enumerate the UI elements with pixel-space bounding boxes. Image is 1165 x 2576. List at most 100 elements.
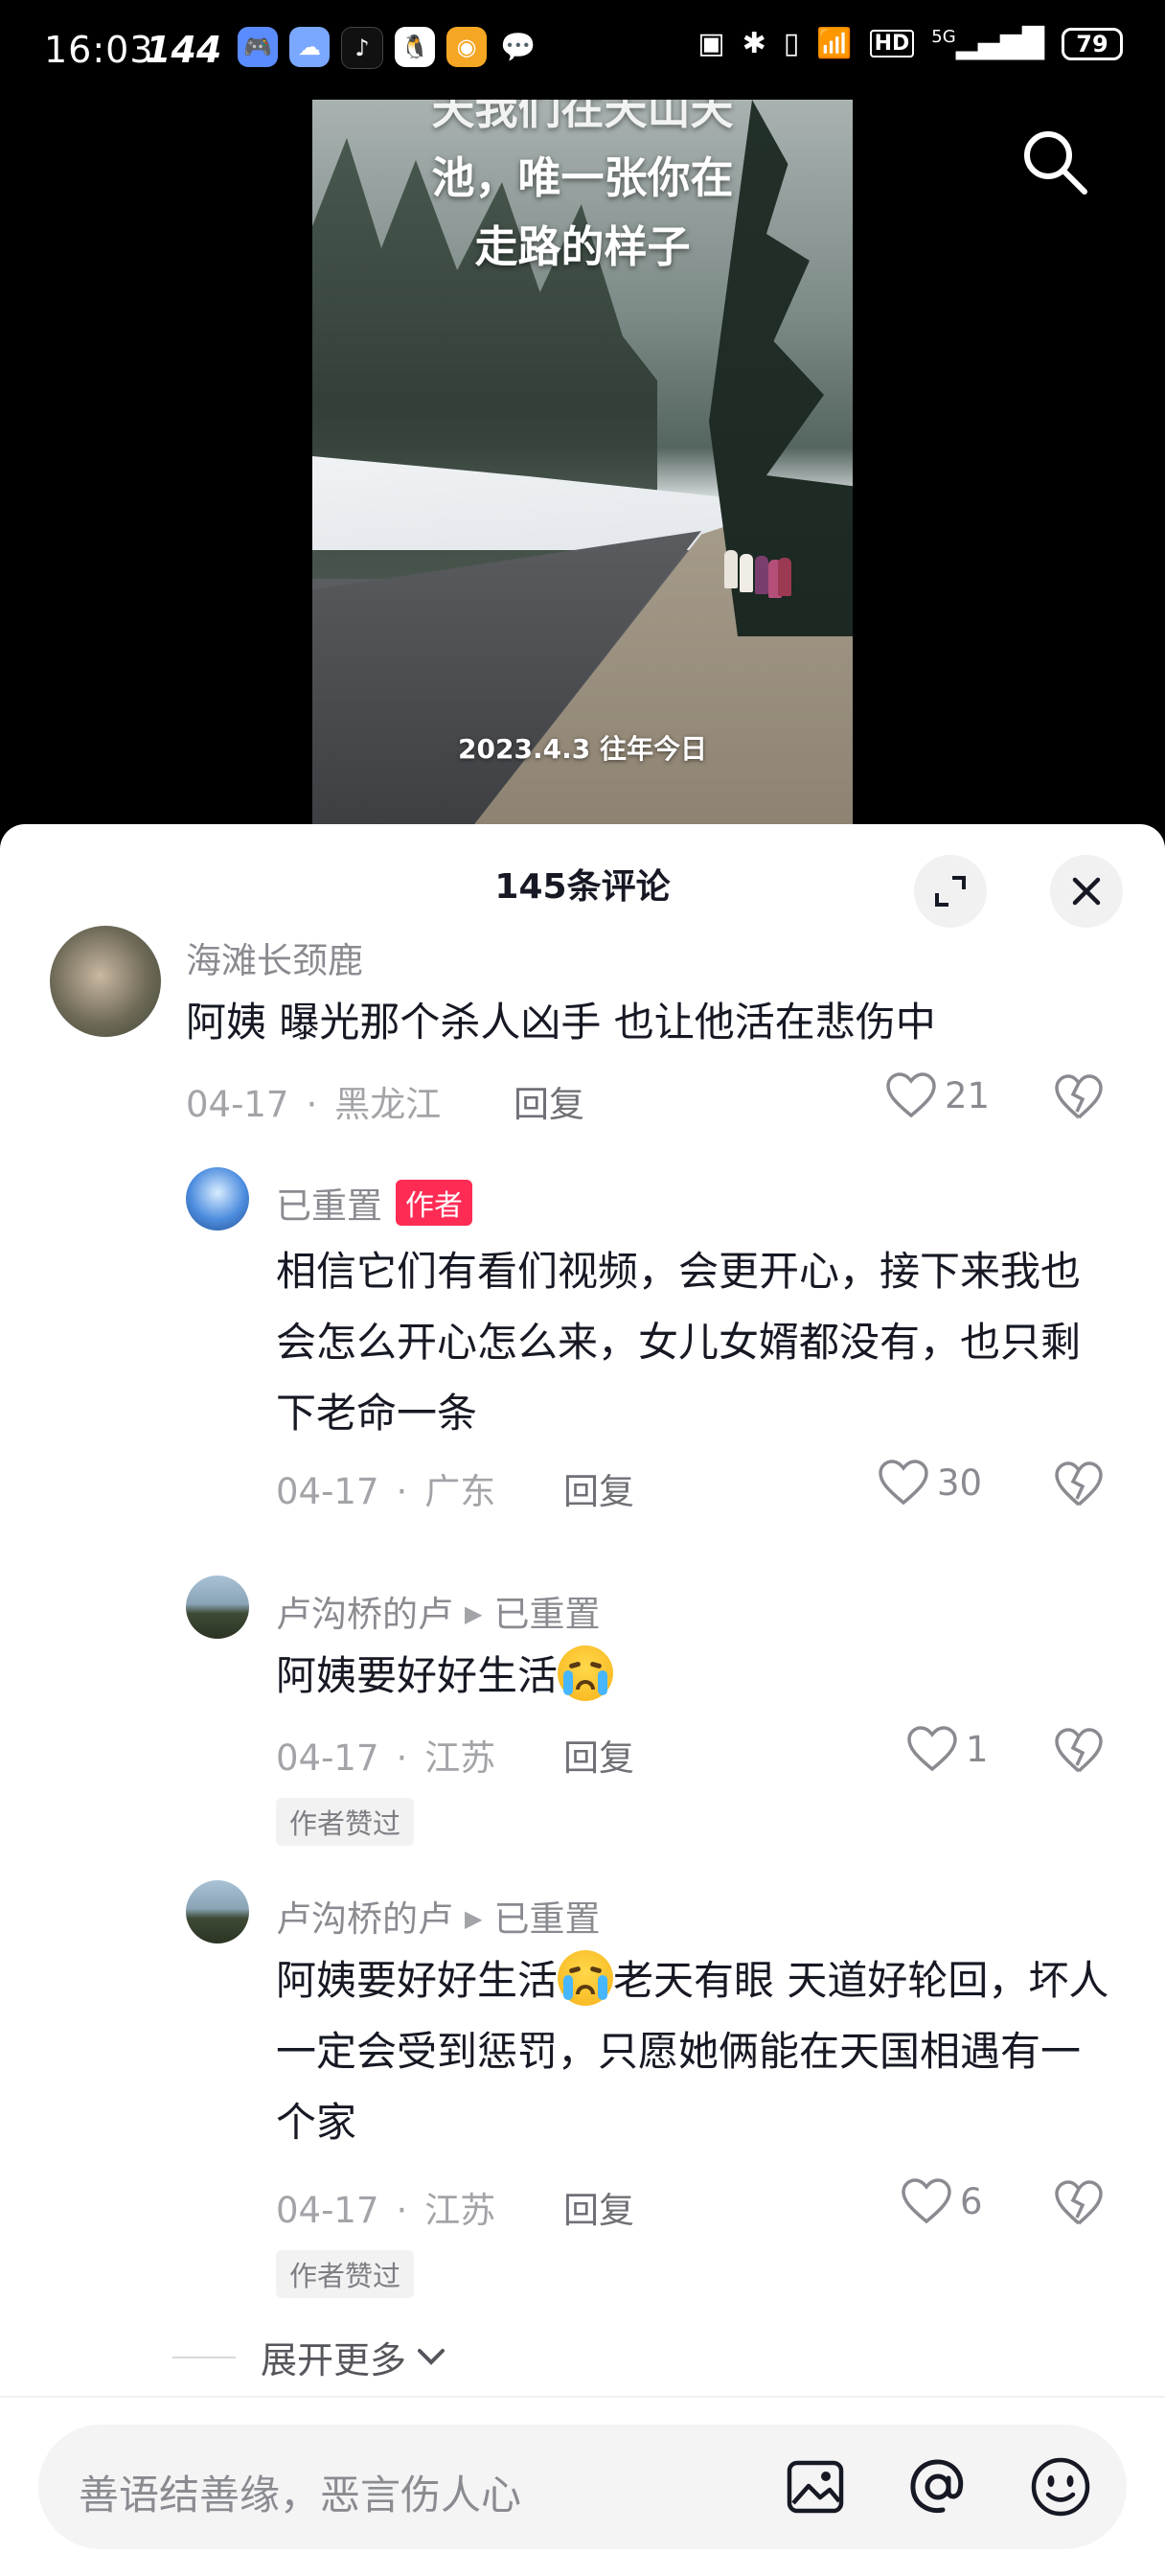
like-count: 21 [945, 1074, 991, 1116]
heart-icon [886, 1072, 936, 1118]
author-liked-tag: 作者赞过 [276, 1798, 415, 1846]
close-icon [1072, 877, 1101, 906]
comment-input[interactable]: 善语结善缘，恶言伤人心 [38, 2425, 1127, 2549]
hd-icon: HD [869, 30, 915, 58]
comment-username-row: 卢沟桥的卢 ▶ 已重置 [276, 1890, 600, 1942]
like-button[interactable]: 21 [885, 1071, 990, 1119]
broken-heart-icon [1055, 1728, 1103, 1773]
dislike-button[interactable] [1054, 1727, 1104, 1779]
notification-icons: 🎮 ☁ ♪ 🐧 ◉ 💬 [238, 27, 538, 69]
at-icon [910, 2459, 964, 2514]
reply-button[interactable]: 回复 [563, 1462, 634, 1514]
chat-bubble-icon: 💬 [500, 30, 537, 64]
expand-more-row[interactable]: 展开更多 [172, 2331, 450, 2383]
crying-emoji-icon [558, 1950, 614, 2006]
like-button[interactable]: 1 [906, 1725, 989, 1773]
avatar[interactable] [186, 1880, 249, 1944]
broken-heart-icon [1055, 1074, 1103, 1119]
broken-heart-icon [1055, 1461, 1103, 1506]
video-player[interactable]: 天我们在天山天 池，唯一张你在 走路的样子 2023.4.3 往年今日 [312, 100, 853, 824]
heart-icon [902, 2178, 951, 2224]
comment-text[interactable]: 相信它们有看们视频，会更开心，接下来我也会怎么开心怎么来，女儿女婿都没有，也只剩… [276, 1236, 1119, 1449]
heart-icon [907, 1726, 957, 1772]
video-date-overlay: 2023.4.3 往年今日 [458, 733, 707, 765]
comment-date: 04-17 [186, 1084, 289, 1125]
close-button[interactable] [1050, 855, 1123, 928]
emoji-button[interactable] [1027, 2453, 1094, 2520]
like-count: 30 [937, 1461, 983, 1504]
signal-icon: 5G▂▄▆█ [931, 27, 1044, 60]
like-count: 1 [966, 1728, 989, 1770]
caption-line-3: 走路的样子 [474, 221, 691, 272]
caption-line-2: 池，唯一张你在 [431, 152, 734, 203]
bluetooth-icon: ✱ [742, 27, 766, 60]
avatar[interactable] [186, 1576, 249, 1639]
comment-text[interactable]: 阿姨要好好生活 老天有眼 天道好轮回，坏人一定会受到惩罚，只愿她俩能在天国相遇有一… [276, 1945, 1119, 2158]
comment-username[interactable]: 已重置 [276, 1185, 382, 1227]
crying-emoji-icon [558, 1645, 614, 1701]
reply-to-username[interactable]: 已重置 [493, 1594, 600, 1635]
expand-sheet-button[interactable] [914, 855, 987, 928]
wifi-icon: 📶 [816, 27, 853, 60]
nfc-icon: ▣ [697, 27, 725, 60]
caption-line-1: 天我们在天山天 [431, 100, 734, 134]
reply-button[interactable]: 回复 [563, 2181, 634, 2233]
dislike-button[interactable] [1054, 2179, 1104, 2231]
expand-more-label[interactable]: 展开更多 [261, 2331, 406, 2383]
comment-username[interactable]: 海滩长颈鹿 [186, 932, 363, 983]
status-time: 16:03 [44, 29, 154, 71]
search-icon [1024, 131, 1087, 195]
smiley-icon [1031, 2457, 1090, 2517]
reply-to-username[interactable]: 已重置 [493, 1898, 600, 1940]
reply-button[interactable]: 回复 [563, 1729, 634, 1781]
comment-username[interactable]: 卢沟桥的卢 [276, 1594, 453, 1635]
comment-input-placeholder[interactable]: 善语结善缘，恶言伤人心 [79, 2463, 521, 2521]
status-right: ▣ ✱ ▯ 📶 HD 5G▂▄▆█ 79 [697, 27, 1123, 60]
reply-arrow-icon: ▶ [465, 1905, 483, 1932]
reply-button[interactable]: 回复 [514, 1075, 584, 1127]
comment-text[interactable]: 阿姨要好好生活 [276, 1641, 1119, 1712]
comment-username-row: 已重置 作者 [276, 1177, 472, 1229]
comment-date: 04-17 [276, 2190, 379, 2231]
comment-username[interactable]: 卢沟桥的卢 [276, 1898, 453, 1940]
comment-meta: 04-17 · 黑龙江 [186, 1084, 442, 1125]
status-bar: 16:03 144 🎮 ☁ ♪ 🐧 ◉ 💬 ▣ ✱ ▯ 📶 HD 5G▂▄▆█ … [0, 0, 1165, 100]
comment-meta: 04-17 · 广东 [276, 1471, 496, 1512]
avatar[interactable] [50, 926, 161, 1037]
scene-people [715, 521, 791, 608]
game-center-icon: 🎮 [238, 27, 278, 67]
battery-icon: 79 [1062, 27, 1123, 60]
reply-arrow-icon: ▶ [465, 1600, 483, 1627]
dislike-button[interactable] [1054, 1073, 1104, 1125]
vibrate-icon: ▯ [783, 27, 800, 60]
chevron-down-icon [418, 2348, 445, 2365]
comment-text-part1: 阿姨要好好生活 [276, 1957, 559, 2004]
comment-date: 04-17 [276, 1737, 379, 1779]
comment-username-row: 卢沟桥的卢 ▶ 已重置 [276, 1585, 600, 1637]
refresh-rate: 144 [146, 29, 222, 71]
cloud-app-icon: ☁ [289, 27, 330, 67]
like-count: 6 [960, 2180, 983, 2222]
tiktok-icon: ♪ [341, 27, 383, 69]
comment-text-content: 阿姨要好好生活 [276, 1652, 559, 1699]
qq-icon: 🐧 [395, 27, 435, 67]
video-caption: 天我们在天山天 池，唯一张你在 走路的样子 [312, 100, 853, 282]
dislike-button[interactable] [1054, 1460, 1104, 1512]
comment-text[interactable]: 阿姨 曝光那个杀人凶手 也让他活在悲伤中 [186, 987, 1106, 1058]
image-button[interactable] [782, 2453, 849, 2520]
comment-location: 江苏 [424, 2190, 496, 2231]
comment-meta: 04-17 · 江苏 [276, 1737, 496, 1779]
weibo-icon: ◉ [446, 27, 487, 67]
like-button[interactable]: 30 [878, 1459, 982, 1506]
avatar[interactable] [186, 1167, 249, 1230]
comment-location: 黑龙江 [334, 1084, 442, 1125]
comment-date: 04-17 [276, 1471, 379, 1512]
comment-location: 广东 [424, 1471, 496, 1512]
comment-meta: 04-17 · 江苏 [276, 2190, 496, 2231]
input-divider [0, 2396, 1165, 2398]
mention-button[interactable] [904, 2453, 971, 2520]
author-badge: 作者 [396, 1180, 472, 1226]
like-button[interactable]: 6 [901, 2177, 983, 2225]
search-button[interactable] [1017, 125, 1092, 199]
divider-line [172, 2356, 236, 2358]
